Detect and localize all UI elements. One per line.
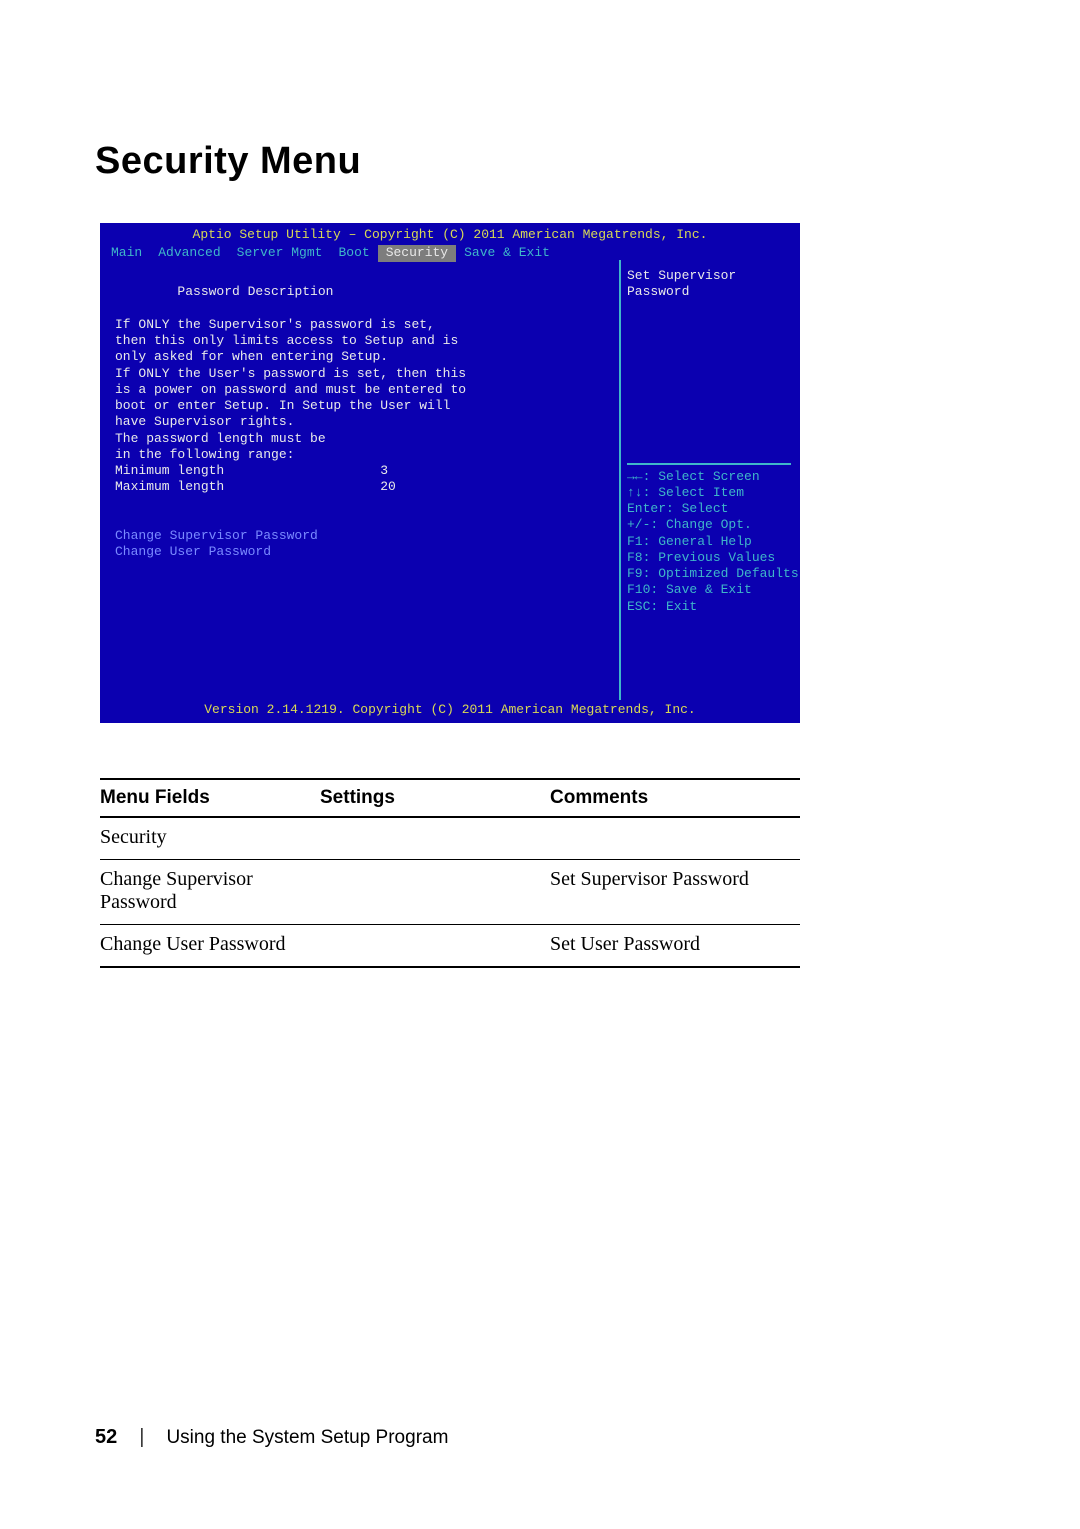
col-comments: Comments xyxy=(550,779,800,817)
footer-divider: | xyxy=(139,1426,144,1449)
bios-key-help: →←: Select Screen ↑↓: Select Item Enter:… xyxy=(627,469,791,615)
document-page: Security Menu Aptio Setup Utility – Copy… xyxy=(0,0,1080,1529)
cell-field: Security xyxy=(100,817,320,860)
page-title: Security Menu xyxy=(95,140,985,183)
col-menu-fields: Menu Fields xyxy=(100,779,320,817)
table-header-row: Menu Fields Settings Comments xyxy=(100,779,800,817)
table-row: Security xyxy=(100,817,800,860)
cell-settings xyxy=(320,817,550,860)
cell-field: Change Supervisor Password xyxy=(100,860,320,925)
bios-footer: Version 2.14.1219. Copyright (C) 2011 Am… xyxy=(103,700,797,720)
cell-comments: Set Supervisor Password xyxy=(550,860,800,925)
page-footer: 52 | Using the System Setup Program xyxy=(95,1426,448,1449)
table-row: Change User Password Set User Password xyxy=(100,925,800,968)
cell-field: Change User Password xyxy=(100,925,320,968)
cell-settings xyxy=(320,860,550,925)
cell-comments: Set User Password xyxy=(550,925,800,968)
bios-divider xyxy=(627,463,791,465)
bios-tab-server-mgmt: Server Mgmt xyxy=(229,245,331,261)
bios-tab-boot: Boot xyxy=(330,245,377,261)
bios-body: Password Description If ONLY the Supervi… xyxy=(103,260,797,700)
bios-left-panel: Password Description If ONLY the Supervi… xyxy=(103,260,619,700)
bios-help-title: Set Supervisor Password xyxy=(627,268,791,301)
bios-menubar: MainAdvancedServer MgmtBootSecuritySave … xyxy=(103,245,797,261)
bios-tab-advanced: Advanced xyxy=(150,245,228,261)
bios-tab-save-exit: Save & Exit xyxy=(456,245,558,261)
menu-fields-table: Menu Fields Settings Comments SecurityCh… xyxy=(100,778,800,968)
bios-tab-main: Main xyxy=(103,245,150,261)
bios-tab-security: Security xyxy=(378,245,456,261)
table-row: Change Supervisor Password Set Supervisor… xyxy=(100,860,800,925)
bios-password-description: Password Description If ONLY the Supervi… xyxy=(115,284,466,494)
cell-settings xyxy=(320,925,550,968)
bios-screenshot: Aptio Setup Utility – Copyright (C) 2011… xyxy=(100,223,800,723)
bios-right-panel: Set Supervisor Password →←: Select Scree… xyxy=(619,260,797,700)
bios-menu-items: Change Supervisor Password Change User P… xyxy=(115,528,318,559)
page-number: 52 xyxy=(95,1426,117,1449)
cell-comments xyxy=(550,817,800,860)
bios-header: Aptio Setup Utility – Copyright (C) 2011… xyxy=(103,226,797,260)
chapter-name: Using the System Setup Program xyxy=(166,1427,448,1449)
bios-title: Aptio Setup Utility – Copyright (C) 2011… xyxy=(103,226,797,243)
col-settings: Settings xyxy=(320,779,550,817)
